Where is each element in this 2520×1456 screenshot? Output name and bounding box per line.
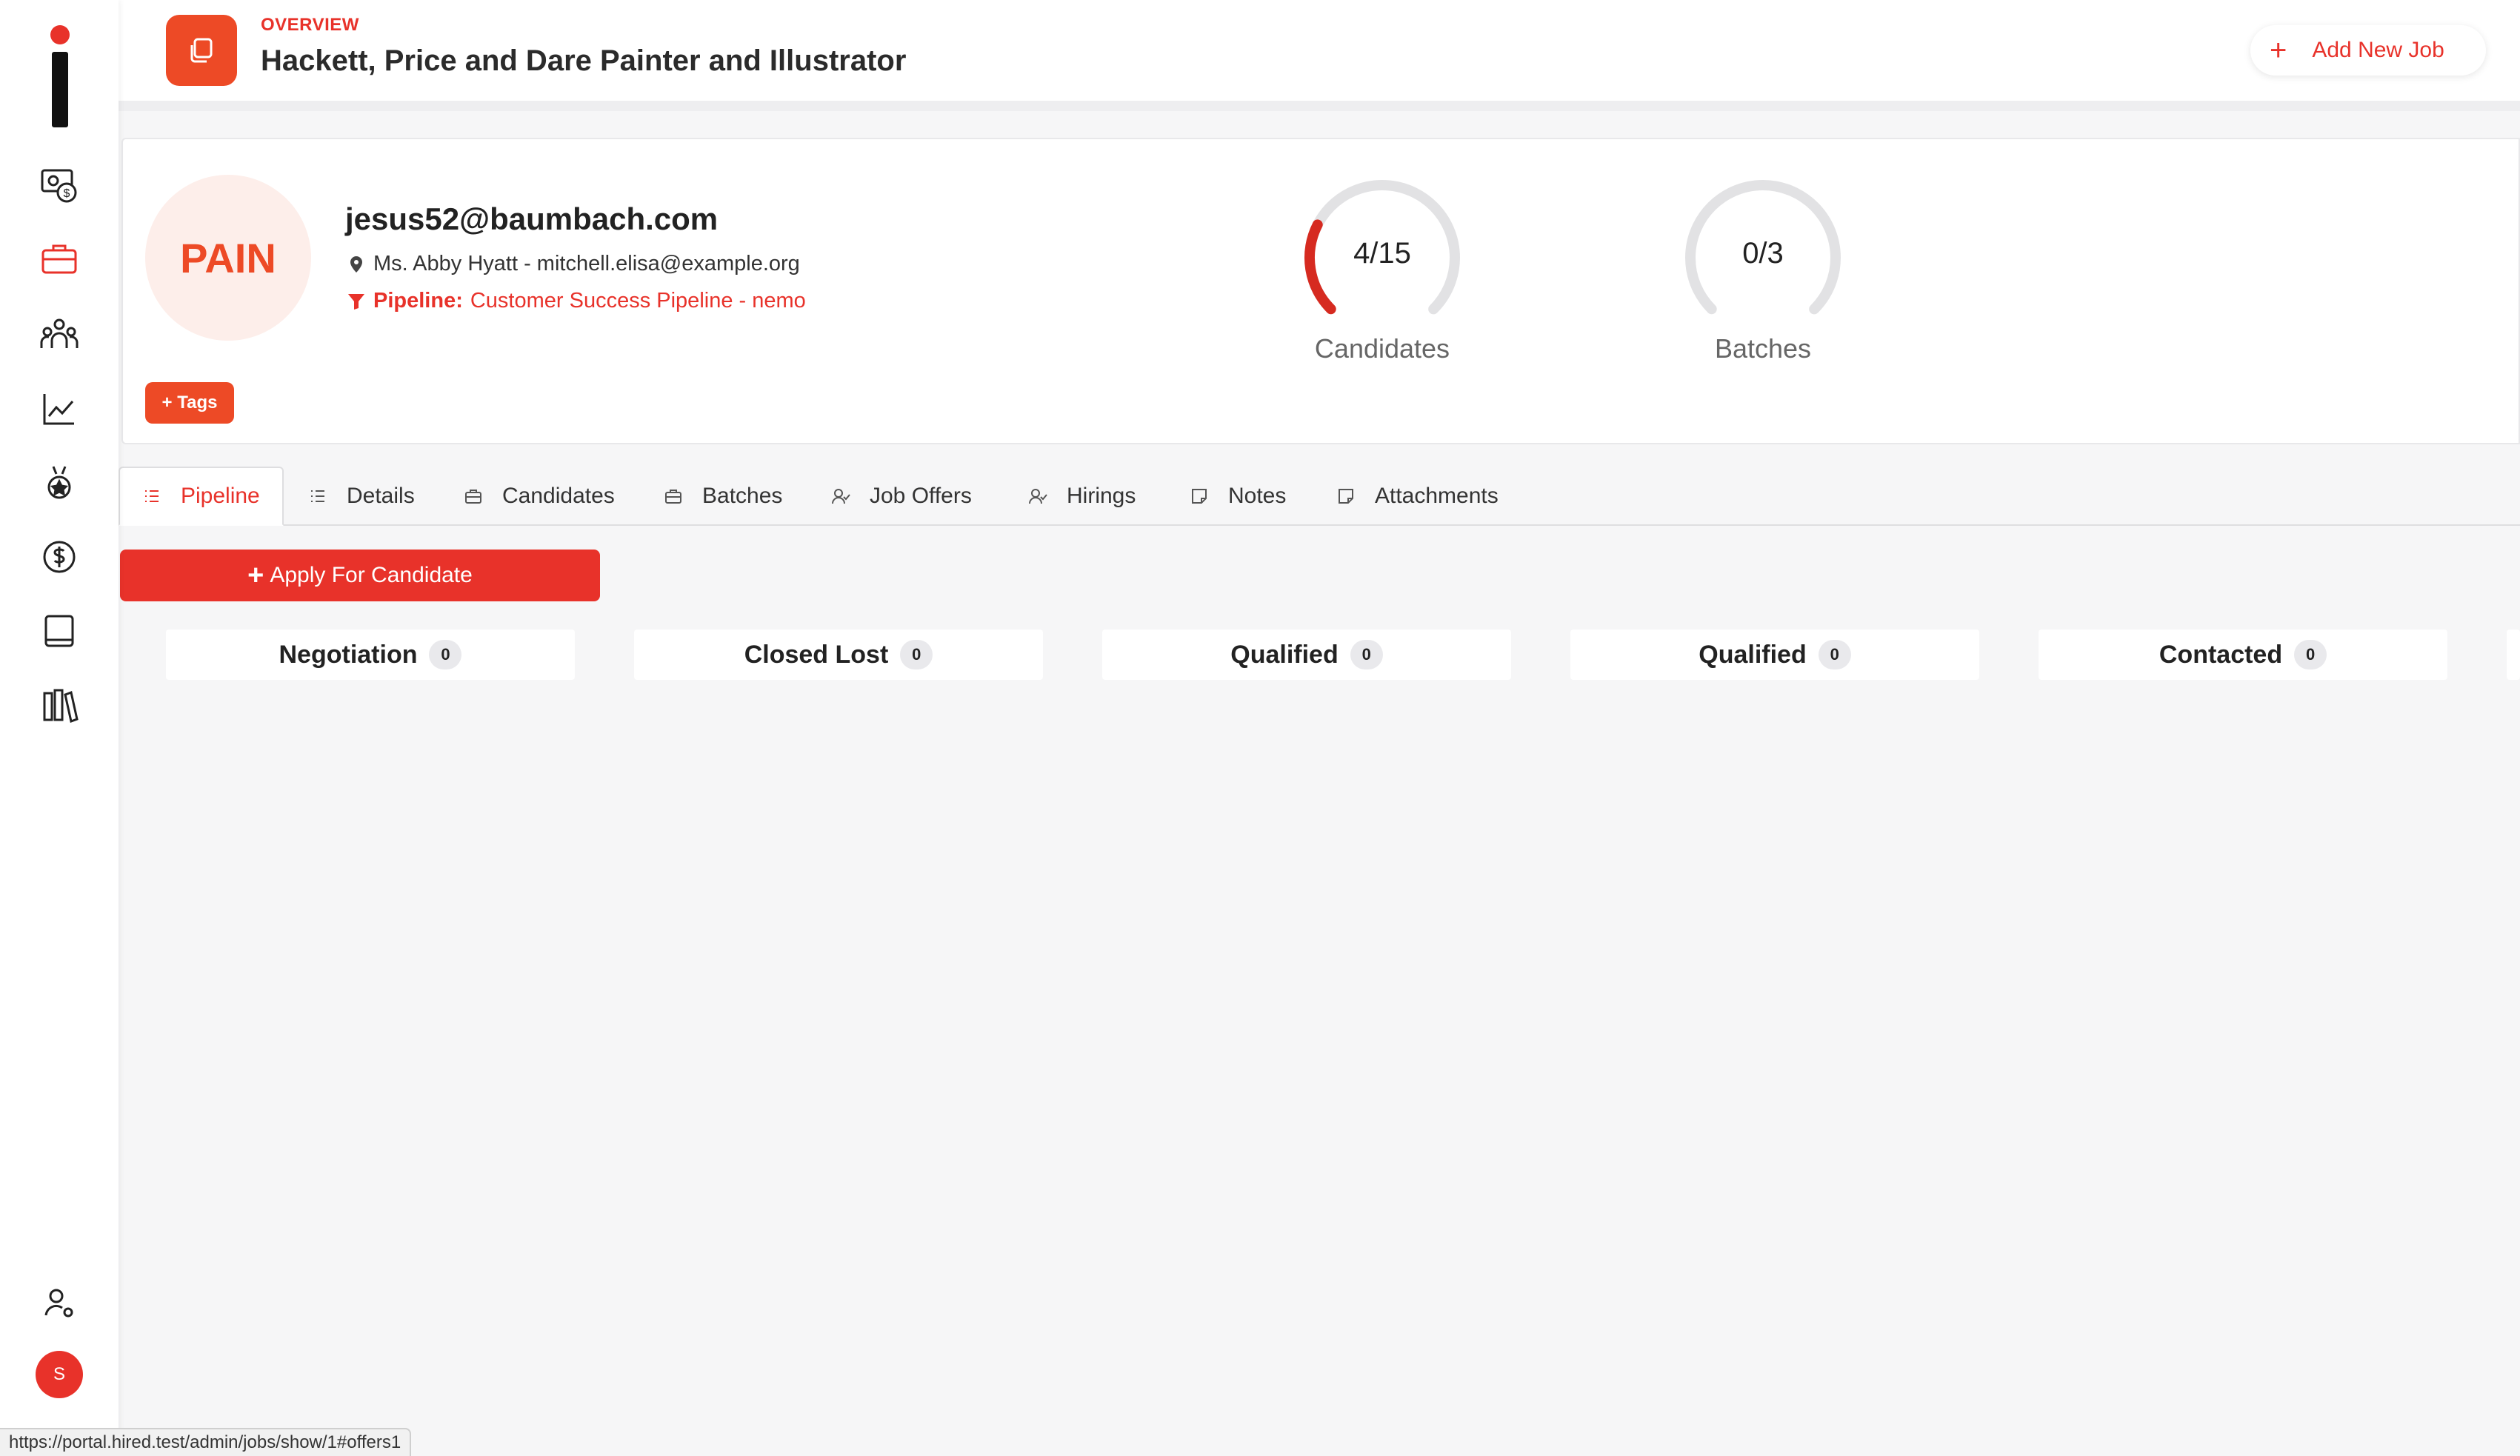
location-pin-icon [350, 256, 362, 273]
pipeline-line[interactable]: Pipeline: Customer Success Pipeline - ne… [347, 289, 806, 313]
tab-job-offers[interactable]: Job Offers [831, 467, 972, 526]
overview-label: OVERVIEW [261, 15, 359, 35]
plus-icon: + [247, 559, 264, 591]
briefcase-icon [665, 490, 681, 504]
pipeline-column-negotiation: Negotiation 0 [166, 630, 575, 680]
job-summary-card: PAIN jesus52@baumbach.com Ms. Abby Hyatt… [121, 138, 2520, 444]
tab-label: Hirings [1067, 484, 1136, 508]
tab-attachments[interactable]: Attachments [1336, 467, 1499, 526]
briefcase-icon[interactable] [37, 237, 81, 281]
note-icon [1339, 489, 1353, 504]
list-icon [311, 490, 324, 502]
pipeline-column-qualified-2: Qualified 0 [1570, 630, 1979, 680]
copy-icon [166, 15, 237, 86]
tab-batches[interactable]: Batches [664, 467, 782, 526]
batches-gauge: 0/3 Batches [1674, 176, 1852, 364]
page-title: Hackett, Price and Dare Painter and Illu… [261, 44, 907, 77]
tab-candidates[interactable]: Candidates [464, 467, 615, 526]
filter-icon [348, 293, 364, 310]
pipeline-column-partial [2507, 630, 2520, 680]
column-title: Qualified [1230, 640, 1339, 669]
contact-text: Ms. Abby Hyatt - mitchell.elisa@example.… [373, 252, 800, 275]
column-count-badge: 0 [429, 640, 462, 669]
column-count-badge: 0 [1350, 640, 1383, 669]
chart-icon[interactable] [37, 387, 81, 431]
tab-label: Batches [702, 484, 783, 508]
tab-details[interactable]: Details [308, 467, 415, 526]
briefcase-icon [465, 490, 481, 504]
column-title: Contacted [2159, 640, 2283, 669]
tab-notes[interactable]: Notes [1190, 467, 1286, 526]
tab-label: Candidates [502, 484, 615, 508]
contact-line: Ms. Abby Hyatt - mitchell.elisa@example.… [347, 252, 800, 276]
library-icon[interactable] [37, 683, 81, 727]
column-title: Negotiation [279, 640, 418, 669]
column-count-badge: 0 [1818, 640, 1851, 669]
svg-text:$: $ [64, 187, 70, 200]
book-icon[interactable] [37, 609, 81, 653]
money-icon[interactable]: $ [37, 163, 81, 207]
tab-bar: Pipeline Details Candidates Batches Job … [119, 467, 2520, 526]
tab-label: Job Offers [870, 484, 972, 508]
tab-hirings[interactable]: Hirings [1028, 467, 1136, 526]
tab-pipeline[interactable]: Pipeline [119, 467, 284, 526]
pipeline-label: Pipeline: [373, 289, 463, 313]
add-tags-button[interactable]: + Tags [145, 382, 234, 424]
pipeline-column-qualified: Qualified 0 [1102, 630, 1511, 680]
user-check-icon [1029, 489, 1047, 504]
page-header: OVERVIEW Hackett, Price and Dare Painter… [119, 0, 2520, 111]
note-icon [1192, 489, 1207, 504]
user-check-icon [832, 489, 850, 504]
candidates-gauge: 4/15 Candidates [1293, 176, 1471, 364]
job-email: jesus52@baumbach.com [345, 201, 719, 236]
candidates-gauge-label: Candidates [1314, 333, 1450, 364]
status-bar-url: https://portal.hired.test/admin/jobs/sho… [0, 1428, 412, 1456]
apply-for-candidate-button[interactable]: + Apply For Candidate [120, 550, 600, 601]
pipeline-column-contacted: Contacted 0 [2039, 630, 2447, 680]
user-settings-icon[interactable] [37, 1281, 81, 1326]
tab-label: Details [347, 484, 415, 508]
people-icon[interactable] [37, 313, 81, 357]
column-title: Qualified [1699, 640, 1807, 669]
list-icon [145, 490, 159, 502]
app-logo[interactable] [44, 25, 76, 127]
candidates-gauge-value: 4/15 [1353, 237, 1411, 270]
avatar-initial: S [53, 1364, 65, 1384]
user-avatar[interactable]: S [36, 1351, 83, 1398]
sidebar: $ S [0, 0, 119, 1456]
add-new-job-button[interactable]: + Add New Job [2250, 25, 2486, 76]
pipeline-column-closed-lost: Closed Lost 0 [634, 630, 1043, 680]
column-count-badge: 0 [900, 640, 933, 669]
medal-icon[interactable] [37, 461, 81, 505]
tab-label: Notes [1228, 484, 1287, 508]
batches-gauge-value: 0/3 [1742, 237, 1784, 270]
add-new-job-label: Add New Job [2312, 38, 2444, 62]
batches-gauge-label: Batches [1714, 333, 1812, 364]
job-badge: PAIN [145, 175, 311, 341]
column-count-badge: 0 [2294, 640, 2327, 669]
tab-label: Attachments [1375, 484, 1499, 508]
dollar-icon[interactable] [37, 535, 81, 579]
plus-icon: + [2270, 34, 2287, 67]
pipeline-value: Customer Success Pipeline - nemo [470, 289, 806, 313]
tab-label: Pipeline [181, 484, 260, 508]
column-title: Closed Lost [744, 640, 889, 669]
apply-for-candidate-label: Apply For Candidate [270, 563, 473, 587]
